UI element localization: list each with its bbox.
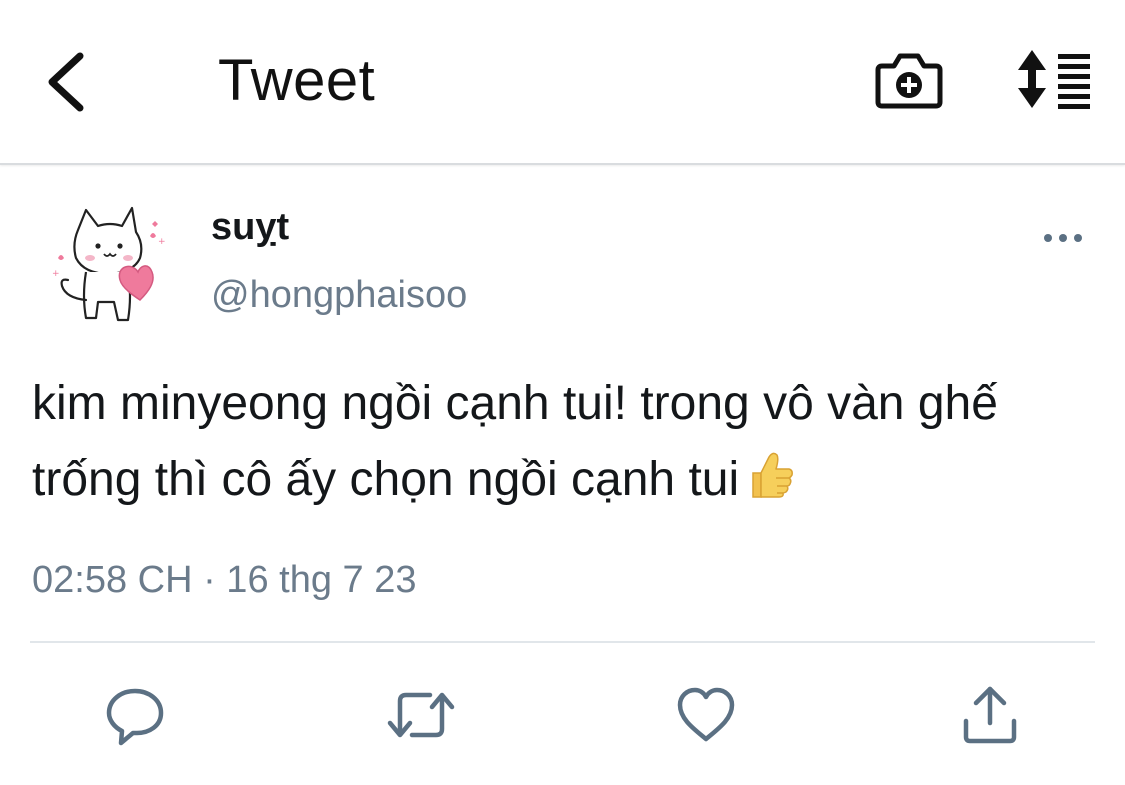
retweet-button[interactable]: [386, 683, 455, 747]
heart-icon: [677, 687, 735, 742]
thumbs-up-emoji: [743, 448, 795, 524]
reply-icon: [106, 688, 164, 746]
cat-with-heart-avatar: + + +: [40, 200, 174, 334]
top-nav-bar: Tweet: [0, 0, 1125, 165]
svg-text:+: +: [52, 269, 60, 279]
retweet-icon: [387, 692, 455, 738]
more-options-button[interactable]: [1036, 220, 1090, 256]
reply-button[interactable]: [103, 683, 167, 747]
share-icon: [963, 686, 1017, 744]
avatar[interactable]: + + +: [40, 200, 174, 334]
svg-text:+ +: + +: [158, 237, 174, 247]
page-title: Tweet: [218, 48, 376, 113]
divider: [30, 641, 1095, 643]
author-display-name[interactable]: suỵt: [211, 205, 289, 249]
tweet-timestamp[interactable]: 02:58 CH · 16 thg 7 23: [32, 556, 416, 604]
like-button[interactable]: [674, 683, 738, 747]
sort-list-icon: [1018, 50, 1090, 109]
chevron-left-icon: [48, 52, 84, 112]
camera-plus-icon: [875, 53, 943, 109]
tweet-text: kim minyeong ngồi cạnh tui! trong vô vàn…: [32, 366, 1092, 524]
share-button[interactable]: [958, 683, 1022, 747]
tweet-text-content: kim minyeong ngồi cạnh tui! trong vô vàn…: [32, 377, 1012, 506]
sort-button[interactable]: [1012, 48, 1094, 110]
author-handle[interactable]: @hongphaisoo: [211, 272, 467, 318]
camera-button[interactable]: [874, 46, 944, 112]
back-button[interactable]: [38, 46, 94, 116]
more-horizontal-icon: [1044, 234, 1082, 242]
